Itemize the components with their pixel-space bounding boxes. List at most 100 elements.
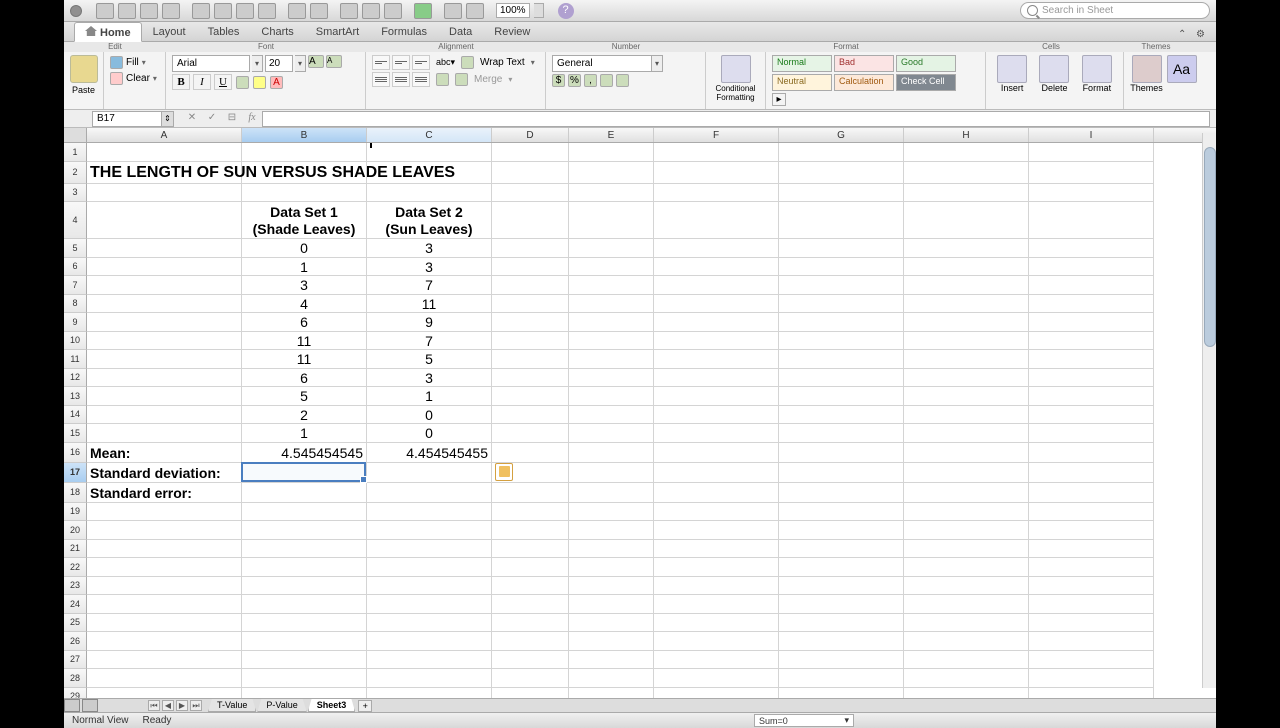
- font-color-button[interactable]: A: [270, 76, 283, 89]
- cell-I22[interactable]: [1029, 558, 1154, 577]
- align-bottom-icon[interactable]: [412, 55, 430, 70]
- cell-G12[interactable]: [779, 369, 904, 388]
- styles-more-icon[interactable]: ▸: [772, 93, 786, 106]
- percent-icon[interactable]: %: [568, 74, 581, 87]
- cell-F12[interactable]: [654, 369, 779, 388]
- cell-I10[interactable]: [1029, 332, 1154, 351]
- cell-A15[interactable]: [87, 424, 242, 443]
- cell-I25[interactable]: [1029, 614, 1154, 633]
- print-icon[interactable]: [162, 3, 180, 19]
- undo-icon[interactable]: [288, 3, 306, 19]
- cell-F14[interactable]: [654, 406, 779, 425]
- cell-I17[interactable]: [1029, 463, 1154, 483]
- cell-I12[interactable]: [1029, 369, 1154, 388]
- cell-C6[interactable]: 3: [367, 258, 492, 277]
- cell-B22[interactable]: [242, 558, 367, 577]
- indent-decrease-icon[interactable]: [436, 73, 449, 86]
- column-header-G[interactable]: G: [779, 128, 904, 142]
- cell-F22[interactable]: [654, 558, 779, 577]
- row-header-18[interactable]: 18: [64, 483, 87, 503]
- formula-accept-icon[interactable]: ✓: [204, 112, 220, 126]
- cell-F11[interactable]: [654, 350, 779, 369]
- cell-C28[interactable]: [367, 669, 492, 688]
- cell-E28[interactable]: [569, 669, 654, 688]
- cell-F25[interactable]: [654, 614, 779, 633]
- format-cells-icon[interactable]: [1082, 55, 1112, 83]
- cell-H19[interactable]: [904, 503, 1029, 522]
- cell-D16[interactable]: [492, 443, 569, 463]
- cell-I27[interactable]: [1029, 651, 1154, 670]
- cell-C17[interactable]: [367, 463, 492, 483]
- cell-A16[interactable]: Mean:: [87, 443, 242, 463]
- cell-I19[interactable]: [1029, 503, 1154, 522]
- cell-G21[interactable]: [779, 540, 904, 559]
- align-center-icon[interactable]: [392, 72, 410, 87]
- cell-B21[interactable]: [242, 540, 367, 559]
- border-button[interactable]: [236, 76, 249, 89]
- decimal-dec-icon[interactable]: [616, 74, 629, 87]
- cell-G4[interactable]: [779, 202, 904, 239]
- cell-A10[interactable]: [87, 332, 242, 351]
- row-header-11[interactable]: 11: [64, 350, 87, 369]
- cell-E26[interactable]: [569, 632, 654, 651]
- cell-D4[interactable]: [492, 202, 569, 239]
- cell-H10[interactable]: [904, 332, 1029, 351]
- cell-F15[interactable]: [654, 424, 779, 443]
- cell-E6[interactable]: [569, 258, 654, 277]
- style-good[interactable]: Good: [896, 55, 956, 72]
- column-header-E[interactable]: E: [569, 128, 654, 142]
- decrease-font-icon[interactable]: A: [326, 55, 342, 68]
- cell-G1[interactable]: [779, 143, 904, 162]
- name-box-drop[interactable]: ⇕: [162, 111, 174, 127]
- cell-E20[interactable]: [569, 521, 654, 540]
- cell-H26[interactable]: [904, 632, 1029, 651]
- cell-E17[interactable]: [569, 463, 654, 483]
- cell-C4[interactable]: Data Set 2(Sun Leaves): [367, 202, 492, 239]
- cell-B18[interactable]: [242, 483, 367, 503]
- cell-A2[interactable]: THE LENGTH OF SUN VERSUS SHADE LEAVES: [87, 162, 242, 184]
- style-neutral[interactable]: Neutral: [772, 74, 832, 91]
- fonts-theme-icon[interactable]: Aa: [1167, 55, 1197, 83]
- cell-D9[interactable]: [492, 313, 569, 332]
- cell-G8[interactable]: [779, 295, 904, 314]
- cell-D12[interactable]: [492, 369, 569, 388]
- cell-H21[interactable]: [904, 540, 1029, 559]
- select-all-corner[interactable]: [64, 128, 87, 142]
- cell-G2[interactable]: [779, 162, 904, 184]
- cell-H2[interactable]: [904, 162, 1029, 184]
- cell-D23[interactable]: [492, 577, 569, 596]
- delete-cells-button[interactable]: Delete: [1034, 55, 1074, 106]
- zoom-dropdown[interactable]: [534, 3, 544, 18]
- cell-H25[interactable]: [904, 614, 1029, 633]
- cell-A6[interactable]: [87, 258, 242, 277]
- cell-H20[interactable]: [904, 521, 1029, 540]
- cell-D29[interactable]: [492, 688, 569, 699]
- cell-A8[interactable]: [87, 295, 242, 314]
- cell-I14[interactable]: [1029, 406, 1154, 425]
- row-header-27[interactable]: 27: [64, 651, 87, 670]
- tab-smartart[interactable]: SmartArt: [305, 22, 370, 41]
- cell-A23[interactable]: [87, 577, 242, 596]
- cell-F9[interactable]: [654, 313, 779, 332]
- tab-data[interactable]: Data: [438, 22, 483, 41]
- cell-A12[interactable]: [87, 369, 242, 388]
- cell-D8[interactable]: [492, 295, 569, 314]
- cell-D21[interactable]: [492, 540, 569, 559]
- cell-F24[interactable]: [654, 595, 779, 614]
- cell-C22[interactable]: [367, 558, 492, 577]
- cell-I23[interactable]: [1029, 577, 1154, 596]
- column-header-F[interactable]: F: [654, 128, 779, 142]
- row-header-23[interactable]: 23: [64, 577, 87, 596]
- insert-cells-button[interactable]: Insert: [992, 55, 1032, 106]
- cell-H1[interactable]: [904, 143, 1029, 162]
- formula-toggle-icon[interactable]: ⊟: [224, 112, 240, 126]
- cell-C1[interactable]: [367, 143, 492, 162]
- cell-D28[interactable]: [492, 669, 569, 688]
- font-drop[interactable]: ▾: [252, 55, 263, 72]
- cell-B27[interactable]: [242, 651, 367, 670]
- sheet-nav-prev[interactable]: ◀: [162, 700, 174, 711]
- cell-E5[interactable]: [569, 239, 654, 258]
- cell-G24[interactable]: [779, 595, 904, 614]
- cell-I21[interactable]: [1029, 540, 1154, 559]
- cell-F13[interactable]: [654, 387, 779, 406]
